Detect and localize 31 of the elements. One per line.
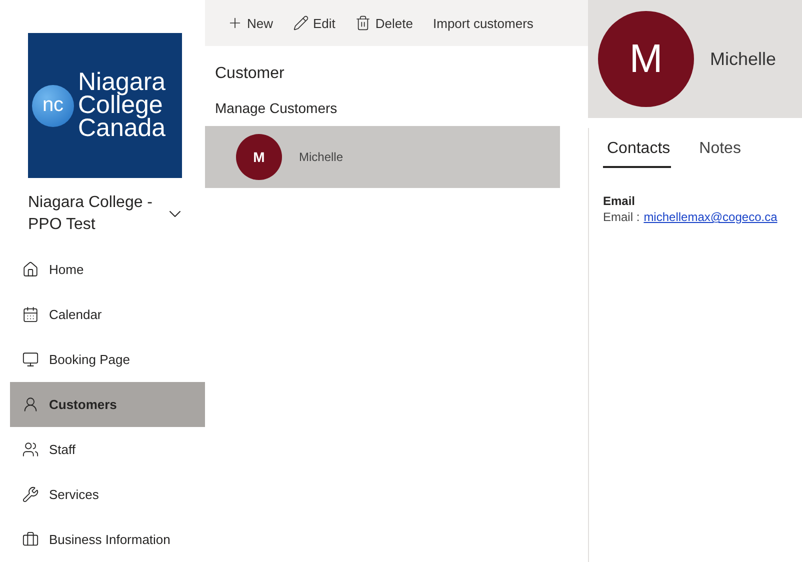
calendar-icon xyxy=(22,306,39,323)
nav-item[interactable]: Services xyxy=(10,472,205,517)
nav-item[interactable]: Staff xyxy=(10,427,205,472)
list-title: Customer xyxy=(215,65,286,83)
nav-item[interactable]: Calendar xyxy=(10,292,205,337)
customer-name: Michelle xyxy=(299,150,344,164)
toolbar-button[interactable]: Edit xyxy=(293,15,336,31)
list-subtitle: Manage Customers xyxy=(215,100,338,116)
tab[interactable]: Notes xyxy=(695,140,742,168)
email-link[interactable]: michellemax@cogeco.ca xyxy=(644,210,778,224)
section-heading: Email xyxy=(603,194,636,208)
nav-item[interactable]: Customers xyxy=(10,382,205,427)
home-icon xyxy=(22,261,39,278)
business-name: Niagara College - PPO Test xyxy=(28,193,154,235)
nav-item[interactable]: Business Information xyxy=(10,517,205,562)
avatar: M xyxy=(598,11,694,107)
plus-icon xyxy=(227,15,243,31)
toolbar-button[interactable]: Delete xyxy=(355,15,413,31)
toolbar-button[interactable]: Import customers xyxy=(433,16,534,30)
customer-row[interactable]: M Michelle xyxy=(205,126,560,188)
nav-item[interactable]: Booking Page xyxy=(10,337,205,382)
field-label: Email : xyxy=(603,210,640,224)
logo-text: Niagara College Canada xyxy=(78,71,166,140)
nav-item[interactable]: Home xyxy=(10,247,205,292)
logo-badge: nc xyxy=(32,84,74,126)
toolbar-button[interactable]: New xyxy=(227,15,274,31)
avatar: M xyxy=(236,134,282,180)
trash-icon xyxy=(355,15,372,31)
pencil-icon xyxy=(293,15,310,31)
tab[interactable]: Contacts xyxy=(603,140,672,168)
customer-name: Michelle xyxy=(710,48,776,70)
